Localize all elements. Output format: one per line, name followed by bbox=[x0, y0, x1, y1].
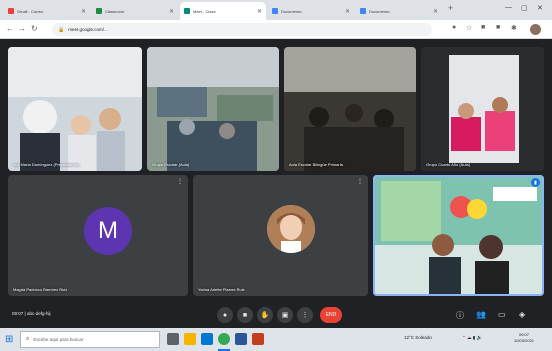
participant-tile[interactable]: Grupo Escolar (Aula) bbox=[147, 47, 279, 171]
profile-photo bbox=[267, 205, 315, 253]
meeting-code: abc-defg-hij bbox=[26, 311, 51, 316]
participant-name: Luz María Domínguez (Presentación) bbox=[13, 162, 80, 167]
participant-video bbox=[8, 47, 142, 171]
chrome-icon[interactable] bbox=[218, 333, 230, 345]
participant-photo-avatar bbox=[267, 205, 315, 253]
document-icon bbox=[272, 8, 278, 14]
extensions-puzzle-icon[interactable]: ✱ bbox=[511, 24, 517, 32]
participant-name: Aula Escolar Bilingüe Primaria bbox=[289, 162, 343, 167]
windows-start-icon[interactable]: ⊞ bbox=[5, 334, 13, 345]
maximize-icon[interactable]: ▢ bbox=[521, 4, 528, 12]
more-options-icon[interactable]: ⋮ bbox=[177, 178, 183, 185]
participant-tile[interactable]: M ⋮ Magda Pacheco Ramírez Ruiz bbox=[8, 175, 188, 296]
close-icon[interactable]: ✕ bbox=[345, 8, 350, 15]
activities-icon[interactable]: ◈ bbox=[519, 310, 525, 319]
more-options-icon[interactable]: ⋮ bbox=[357, 178, 363, 185]
forward-icon[interactable]: → bbox=[18, 24, 26, 33]
minimize-icon[interactable]: — bbox=[505, 4, 512, 11]
close-icon[interactable]: ✕ bbox=[257, 8, 262, 15]
back-icon[interactable]: ← bbox=[6, 24, 14, 33]
tab-title: Meet - Clase bbox=[193, 8, 216, 14]
url-text: meet.google.com/... bbox=[68, 27, 108, 32]
participant-tile-speaking[interactable]: ▮ bbox=[373, 175, 544, 296]
browser-tab-classroom[interactable]: Classroom ✕ bbox=[92, 2, 178, 20]
avatar[interactable] bbox=[530, 24, 541, 35]
tab-title: Classroom bbox=[105, 8, 125, 14]
lock-icon: 🔒 bbox=[58, 26, 65, 33]
end-call-label: END bbox=[325, 312, 337, 318]
participant-tile[interactable]: Luz María Domínguez (Presentación) bbox=[8, 47, 142, 171]
powerpoint-icon[interactable] bbox=[252, 333, 264, 345]
weather-widget[interactable]: 12°C Soleado bbox=[404, 335, 432, 340]
browser-tab-meet[interactable]: Meet - Clase ✕ bbox=[180, 2, 266, 20]
raise-hand-icon[interactable]: ✋ bbox=[257, 307, 273, 323]
participant-video bbox=[284, 47, 416, 171]
participant-name: Yarina Arlette Pizarro Ruiz bbox=[198, 287, 245, 292]
microphone-icon[interactable]: ● bbox=[217, 307, 233, 323]
close-icon[interactable]: ✕ bbox=[81, 8, 86, 15]
tab-title: Gmail - Correo bbox=[17, 8, 44, 14]
participant-video bbox=[373, 175, 544, 296]
camera-icon[interactable]: ■ bbox=[237, 307, 253, 323]
avatar-initial: M bbox=[98, 217, 118, 244]
browser-tab-strip: Gmail - Correo ✕ Classroom ✕ Meet - Clas… bbox=[0, 0, 552, 20]
reload-icon[interactable]: ↻ bbox=[31, 24, 38, 33]
participant-video bbox=[421, 47, 544, 171]
browser-toolbar: ← → ↻ 🔒 meet.google.com/... ● ☆ ■ ■ ✱ bbox=[0, 20, 552, 39]
browser-tab-gmail[interactable]: Gmail - Correo ✕ bbox=[4, 2, 90, 20]
meeting-info: 09:07 | abc-defg-hij bbox=[12, 311, 50, 316]
browser-tab-doc-1[interactable]: Documento ✕ bbox=[268, 2, 354, 20]
participant-tile[interactable]: ⋮ Yarina Arlette Pizarro Ruiz bbox=[193, 175, 368, 296]
close-icon[interactable]: ✕ bbox=[169, 8, 174, 15]
camera-permission-icon[interactable]: ● bbox=[452, 24, 456, 31]
taskbar-search-input[interactable]: ⌕ Escribe aquí para buscar bbox=[20, 331, 160, 348]
end-call-button[interactable]: END bbox=[320, 307, 342, 323]
file-explorer-icon[interactable] bbox=[184, 333, 196, 345]
people-icon[interactable]: 👥 bbox=[476, 310, 486, 319]
edge-icon[interactable] bbox=[201, 333, 213, 345]
participant-name: Magda Pacheco Ramírez Ruiz bbox=[13, 287, 68, 292]
task-view-icon[interactable] bbox=[167, 333, 179, 345]
clock-date: 10/03/2021 bbox=[514, 338, 535, 343]
browser-tab-doc-2[interactable]: Documento ✕ bbox=[356, 2, 442, 20]
participant-name: Grupo Escolar (Aula) bbox=[152, 162, 190, 167]
extension-icon[interactable]: ■ bbox=[496, 24, 500, 31]
search-icon: ⌕ bbox=[26, 336, 30, 342]
word-icon[interactable] bbox=[235, 333, 247, 345]
participant-video bbox=[147, 47, 279, 171]
participant-tile[interactable]: Aula Escolar Bilingüe Primaria bbox=[284, 47, 416, 171]
tab-title: Documento bbox=[369, 8, 390, 14]
meeting-time: 09:07 bbox=[12, 311, 24, 316]
tab-title: Documento bbox=[281, 8, 302, 14]
meet-icon bbox=[184, 8, 190, 14]
star-icon[interactable]: ☆ bbox=[466, 24, 472, 32]
participant-initial-avatar: M bbox=[84, 207, 132, 255]
participant-tile[interactable]: Grupo Cuarto Año (Aula) bbox=[421, 47, 544, 171]
present-screen-icon[interactable]: ▣ bbox=[277, 307, 293, 323]
windows-taskbar: ⊞ ⌕ Escribe aquí para buscar 12°C Solead… bbox=[0, 328, 552, 351]
gmail-icon bbox=[8, 8, 14, 14]
speaking-indicator-icon: ▮ bbox=[531, 178, 540, 187]
close-icon[interactable]: ✕ bbox=[433, 8, 438, 15]
chat-icon[interactable]: ▭ bbox=[498, 310, 506, 319]
document-icon bbox=[360, 8, 366, 14]
meet-stage: Luz María Domínguez (Presentación) Grupo… bbox=[0, 39, 552, 302]
close-window-icon[interactable]: ✕ bbox=[537, 4, 543, 12]
classroom-icon bbox=[96, 8, 102, 14]
address-bar[interactable]: 🔒 meet.google.com/... bbox=[52, 23, 432, 36]
system-tray-icons[interactable]: ⌃ ☁ ▮ 🔊 bbox=[462, 335, 482, 341]
more-options-icon[interactable]: ⋮ bbox=[297, 307, 313, 323]
meet-control-bar: 09:07 | abc-defg-hij ● ■ ✋ ▣ ⋮ END ⓘ 👥 ▭… bbox=[0, 302, 552, 328]
extension-icon[interactable]: ■ bbox=[481, 24, 485, 31]
new-tab-icon[interactable]: + bbox=[448, 3, 453, 13]
participant-name: Grupo Cuarto Año (Aula) bbox=[426, 162, 471, 167]
info-icon[interactable]: ⓘ bbox=[456, 310, 464, 321]
search-placeholder: Escribe aquí para buscar bbox=[33, 337, 84, 342]
taskbar-clock[interactable]: 09:07 10/03/2021 bbox=[514, 332, 534, 344]
